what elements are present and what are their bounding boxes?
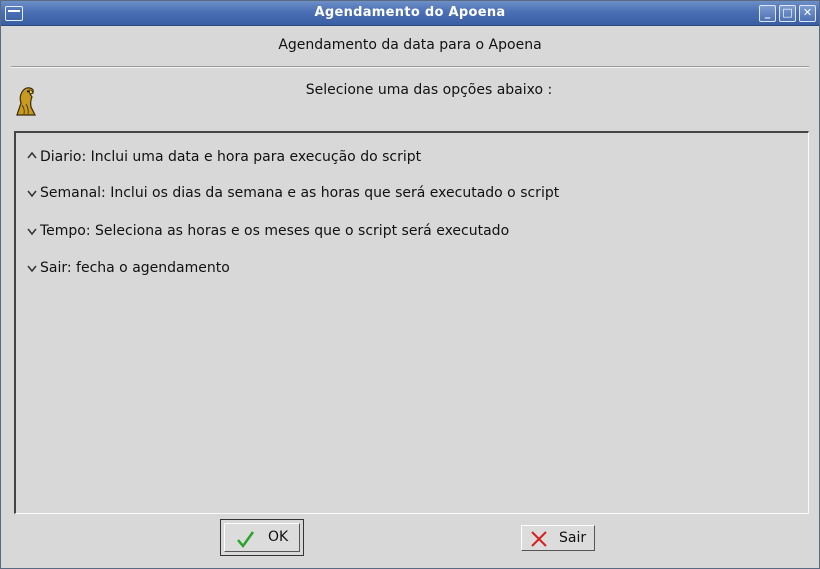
scheduler-dialog: Agendamento do Apoena _ □ ✕ Agendamento … [0, 0, 820, 569]
option-sair[interactable]: Sair: fecha o agendamento [26, 260, 230, 276]
radio-unselected-icon[interactable] [26, 224, 38, 236]
option-label: Tempo: Seleciona as horas e os meses que… [40, 223, 510, 239]
ok-button[interactable]: OK [224, 523, 300, 552]
sair-button-label: Sair [559, 530, 587, 546]
option-tempo[interactable]: Tempo: Seleciona as horas e os meses que… [26, 223, 509, 239]
prompt-text: Selecione uma das opções abaixo : [305, 82, 553, 98]
radio-selected-icon[interactable] [26, 150, 38, 162]
checkmark-icon [237, 531, 255, 549]
option-label: Diario: Inclui uma data e hora para exec… [40, 149, 422, 165]
radio-unselected-icon[interactable] [26, 261, 38, 273]
option-semanal[interactable]: Semanal: Inclui os dias da semana e as h… [26, 185, 559, 201]
dialog-header-label: Agendamento da data para o Apoena [278, 37, 542, 53]
maximize-button[interactable]: □ [779, 5, 796, 22]
window-title: Agendamento do Apoena [314, 5, 506, 20]
sair-button[interactable]: Sair [521, 525, 595, 551]
title-bar[interactable]: Agendamento do Apoena _ □ ✕ [1, 1, 819, 26]
radio-unselected-icon[interactable] [26, 186, 38, 198]
option-label: Sair: fecha o agendamento [40, 260, 230, 276]
option-diario[interactable]: Diario: Inclui uma data e hora para exec… [26, 149, 421, 165]
close-button[interactable]: ✕ [799, 5, 816, 22]
header-separator [11, 66, 809, 68]
options-panel: Diario: Inclui uma data e hora para exec… [14, 131, 809, 514]
option-label: Semanal: Inclui os dias da semana e as h… [40, 185, 560, 201]
ok-button-label: OK [268, 529, 289, 545]
x-icon [531, 531, 547, 547]
minimize-button[interactable]: _ [759, 5, 776, 22]
